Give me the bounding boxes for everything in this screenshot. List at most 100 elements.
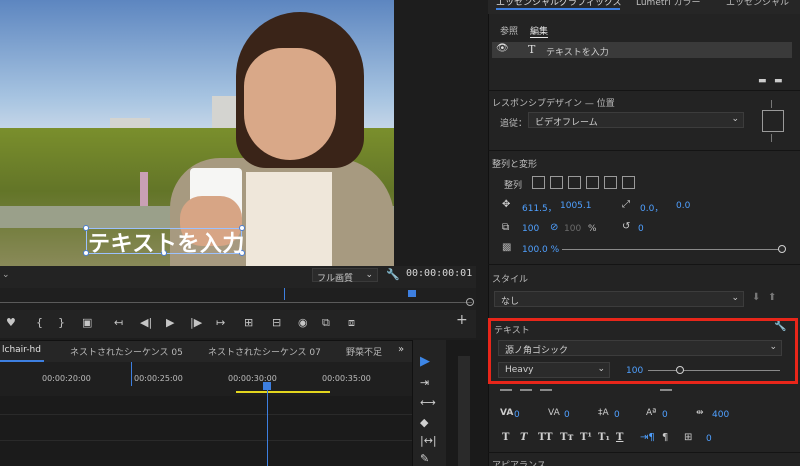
small-caps-button[interactable]: Tт	[560, 432, 574, 443]
link-icon[interactable]: ⊘	[550, 222, 558, 233]
chevron-down-icon[interactable]: ⌄	[2, 270, 10, 280]
step-back-icon[interactable]: ◀|	[140, 316, 152, 329]
extract-icon[interactable]: ⊟	[272, 316, 281, 329]
layer-row[interactable]	[492, 42, 792, 58]
marker-icon[interactable]: ♥	[6, 316, 16, 329]
anchor-x-value[interactable]: 0.0，	[640, 201, 663, 214]
tab-essential-audio[interactable]: エッセンシャル	[726, 0, 789, 8]
position-x-value[interactable]: 611.5，	[522, 201, 557, 214]
anchor-y-value[interactable]: 0.0	[676, 201, 690, 211]
push-down-icon[interactable]: ⬇	[752, 292, 760, 303]
tab-lumetri-color[interactable]: Lumetri カラー	[636, 0, 700, 8]
position-icon: ✥	[502, 199, 511, 210]
kerning-value[interactable]: 0	[564, 410, 570, 420]
subscript-button[interactable]: T₁	[598, 432, 610, 443]
tab-sequence-3[interactable]: ネストされたシーケンス 07	[208, 345, 321, 358]
ripple-edit-icon[interactable]: ⟷	[420, 396, 436, 409]
lift-icon[interactable]: ⊞	[244, 316, 253, 329]
rotation-value[interactable]: 0	[638, 224, 644, 234]
align-text-center-icon[interactable]	[520, 389, 532, 391]
tab-sequence-1[interactable]: lchair-hd	[2, 345, 41, 355]
style-title: スタイル	[492, 275, 529, 285]
mini-playhead[interactable]	[284, 288, 285, 300]
divider	[488, 452, 800, 453]
playback-quality-select[interactable]: フル画質 ⌄	[312, 268, 378, 284]
program-monitor-viewer[interactable]: テキストを入力	[0, 0, 394, 266]
baseline-value[interactable]: 0	[662, 410, 668, 420]
justify-icon[interactable]	[660, 389, 672, 391]
paragraph-icon[interactable]: ¶	[662, 432, 668, 443]
selection-tool-icon[interactable]: ▶	[420, 354, 430, 369]
play-icon[interactable]: ▶	[166, 316, 174, 329]
overlay-title-text[interactable]: テキストを入力	[88, 226, 245, 258]
step-forward-icon[interactable]: |▶	[190, 316, 202, 329]
work-area-bar[interactable]	[236, 391, 330, 393]
align-text-right-icon[interactable]	[540, 389, 552, 391]
subtab-browse[interactable]: 参照	[500, 24, 518, 37]
leading-icon: ‡A	[598, 408, 609, 418]
add-button-icon[interactable]: +	[456, 312, 468, 328]
rotation-icon: ↺	[622, 221, 631, 232]
align-text-left-icon[interactable]	[500, 389, 512, 391]
opacity-slider-track[interactable]	[562, 249, 780, 250]
follow-select[interactable]: ビデオフレーム ⌄	[528, 112, 744, 128]
go-to-out-icon[interactable]: ↦	[216, 316, 225, 329]
tsume-value[interactable]: 400	[712, 410, 729, 420]
pen-icon[interactable]: ✎	[420, 452, 429, 465]
tab-stop-value[interactable]: 0	[706, 434, 712, 444]
style-select[interactable]: なし ⌄	[494, 291, 744, 307]
align-bottom-icon[interactable]	[622, 176, 635, 189]
opacity-value[interactable]: 100.0 %	[522, 245, 559, 255]
tab-sequence-4[interactable]: 野菜不足	[346, 345, 382, 358]
position-y-value[interactable]: 1005.1	[560, 201, 592, 211]
playhead-marker[interactable]	[408, 290, 416, 297]
playhead-timecode[interactable]: 00:00:00:01	[406, 268, 472, 279]
faux-italic-button[interactable]: T	[520, 432, 527, 443]
mark-out-icon[interactable]: }	[58, 316, 65, 329]
zoom-handle[interactable]	[466, 298, 474, 306]
tab-essential-graphics[interactable]: エッセンシャルグラフィックス	[496, 0, 622, 8]
align-left-icon[interactable]	[532, 176, 545, 189]
tracking-value[interactable]: 0	[514, 410, 520, 420]
slip-icon[interactable]: |↔|	[420, 434, 437, 447]
more-tabs-icon[interactable]: »	[398, 344, 404, 355]
pin-to-edges-icon[interactable]	[762, 110, 784, 132]
opacity-slider-knob[interactable]	[778, 245, 786, 253]
pin-tick	[771, 134, 772, 142]
superscript-button[interactable]: T¹	[580, 432, 592, 443]
visibility-eye-icon[interactable]: 👁	[496, 43, 509, 54]
layer-name[interactable]: テキストを入力	[546, 45, 609, 58]
faux-bold-button[interactable]: T	[502, 432, 509, 443]
align-center-v-icon[interactable]	[604, 176, 617, 189]
camera-icon[interactable]: ◉	[298, 316, 308, 329]
align-center-h-icon[interactable]	[550, 176, 563, 189]
underline-button[interactable]: T	[616, 432, 623, 443]
subtab-edit[interactable]: 編集	[530, 24, 548, 37]
tab-width-icon[interactable]: ⇥¶	[640, 432, 655, 443]
leading-value[interactable]: 0	[614, 410, 620, 420]
scale-height-value[interactable]: 100	[564, 224, 581, 234]
track-select-icon[interactable]: ⇥	[420, 376, 429, 389]
ruler-timecode: 00:00:35:00	[322, 374, 371, 383]
timeline-tracks[interactable]	[0, 396, 412, 466]
tab-stop-icon[interactable]: ⊞	[684, 432, 692, 443]
insert-icon[interactable]: ⧉	[322, 316, 330, 330]
monitor-mini-ruler[interactable]	[0, 288, 476, 310]
overwrite-icon[interactable]: ⧈	[348, 316, 355, 330]
new-folder-icon[interactable]: ▬	[758, 76, 767, 86]
razor-icon[interactable]: ◆	[420, 416, 428, 429]
new-layer-icon[interactable]: ▬	[774, 76, 783, 86]
go-to-in-icon[interactable]: ↤	[114, 316, 123, 329]
ruler-timecode: 00:00:20:00	[42, 374, 91, 383]
tab-sequence-2[interactable]: ネストされたシーケンス 05	[70, 345, 183, 358]
align-right-icon[interactable]	[568, 176, 581, 189]
align-top-icon[interactable]	[586, 176, 599, 189]
push-up-icon[interactable]: ⬆	[768, 292, 776, 303]
safe-margin-icon[interactable]: ▣	[82, 316, 92, 329]
timeline-playhead[interactable]	[267, 388, 268, 466]
mark-in-icon[interactable]: {	[36, 316, 43, 329]
pin-tick	[771, 100, 772, 108]
wrench-icon[interactable]: 🔧	[386, 268, 400, 281]
scale-width-value[interactable]: 100	[522, 224, 539, 234]
all-caps-button[interactable]: TT	[538, 432, 553, 443]
